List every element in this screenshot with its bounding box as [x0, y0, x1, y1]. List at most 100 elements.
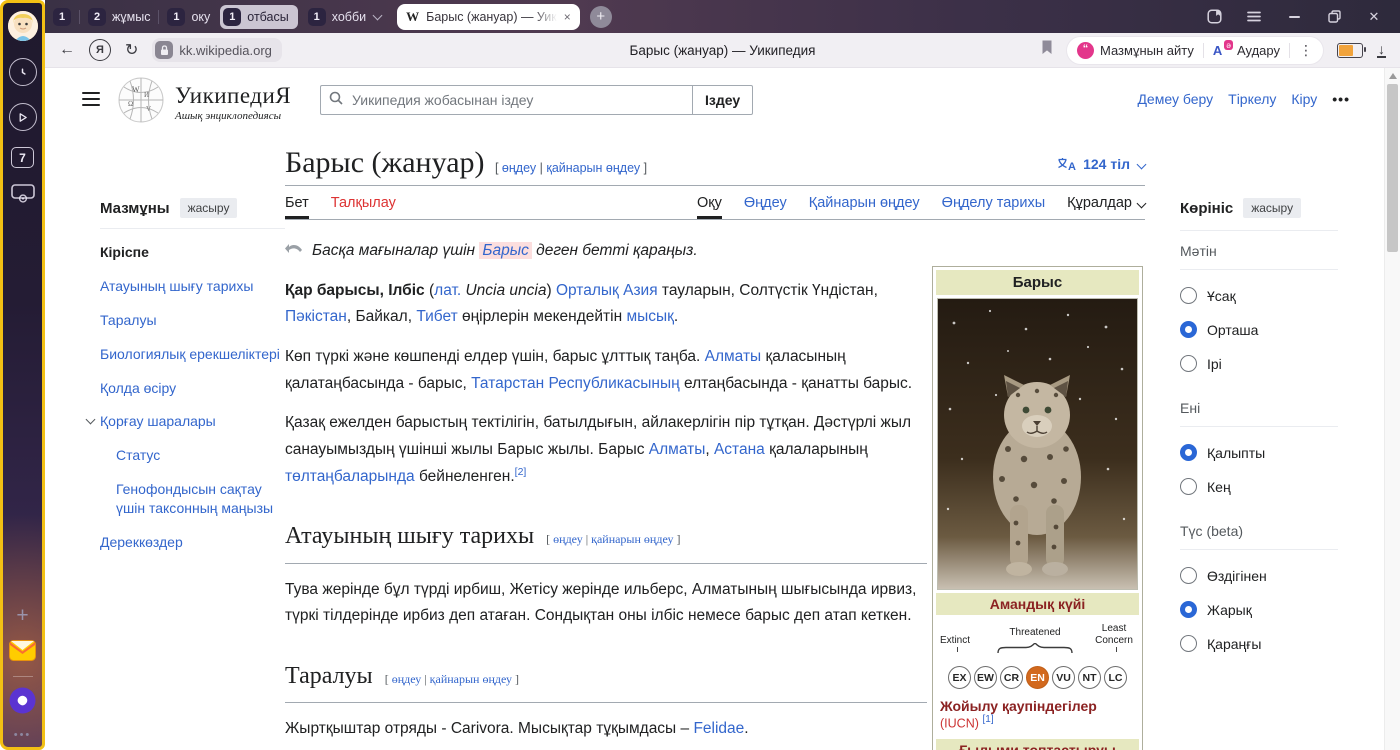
- tab-article[interactable]: Бет: [285, 195, 309, 219]
- search-icon: [329, 91, 343, 110]
- refresh-icon[interactable]: ↻: [125, 40, 138, 60]
- url-field[interactable]: kk.wikipedia.org: [152, 38, 282, 62]
- option-color-light[interactable]: Жарық: [1180, 601, 1338, 618]
- radio-selected-icon[interactable]: [1180, 444, 1197, 461]
- option-width-standard[interactable]: Қалыпты: [1180, 444, 1338, 461]
- toc-item-genofund[interactable]: Генофондысын сақтау үшін таксонның маңыз…: [100, 480, 285, 518]
- radio-icon[interactable]: [1180, 287, 1197, 304]
- minimize-icon[interactable]: [1286, 9, 1302, 25]
- appearance-hide-button[interactable]: жасыру: [1243, 198, 1301, 218]
- new-tab-button[interactable]: +: [590, 6, 612, 28]
- snow-leopard-image[interactable]: [937, 298, 1138, 590]
- edit-link[interactable]: өңдеу: [553, 532, 583, 546]
- tab-close-icon[interactable]: ×: [564, 10, 571, 24]
- search-button[interactable]: Іздеу: [692, 85, 753, 115]
- status-ex[interactable]: EX: [948, 666, 971, 689]
- donate-link[interactable]: Демеу беру: [1137, 91, 1213, 107]
- menu-icon[interactable]: [1246, 9, 1262, 25]
- register-link[interactable]: Тіркелу: [1228, 91, 1276, 107]
- radio-icon[interactable]: [1180, 635, 1197, 652]
- reference-link[interactable]: [1]: [983, 714, 994, 725]
- edit-source-link[interactable]: қайнарын өңдеу: [430, 672, 512, 686]
- sidebar-add-icon[interactable]: +: [16, 605, 28, 626]
- translate-button[interactable]: Aә Аудару: [1213, 43, 1280, 58]
- chevron-down-icon: [373, 10, 383, 20]
- toc-item-biology[interactable]: Биологиялық ерекшеліктері: [100, 345, 285, 364]
- option-text-large[interactable]: Ірі: [1180, 355, 1338, 372]
- toc-item-status[interactable]: Статус: [100, 446, 285, 465]
- status-cr[interactable]: CR: [1000, 666, 1023, 689]
- toc-item-distribution[interactable]: Таралуы: [100, 311, 285, 330]
- active-tab[interactable]: W Барыс (жануар) — Уик ×: [397, 4, 580, 30]
- radio-icon[interactable]: [1180, 355, 1197, 372]
- tab-tools[interactable]: Құралдар: [1067, 195, 1145, 219]
- tab-edit-source[interactable]: Қайнарын өңдеу: [809, 195, 920, 219]
- option-width-wide[interactable]: Кең: [1180, 478, 1338, 495]
- more-tools-icon[interactable]: ⋮: [1299, 42, 1313, 59]
- maximize-icon[interactable]: [1326, 9, 1342, 25]
- tab-group-work[interactable]: 2 жұмыс: [88, 8, 150, 26]
- tab-group-study[interactable]: 1 оку: [167, 8, 210, 26]
- bookmark-flag-icon[interactable]: [1041, 40, 1053, 60]
- radio-selected-icon[interactable]: [1180, 321, 1197, 338]
- status-ew[interactable]: EW: [974, 666, 997, 689]
- edit-source-link[interactable]: қайнарын өңдеу: [591, 532, 673, 546]
- toc-hide-button[interactable]: жасыру: [180, 198, 238, 218]
- scrollbar-thumb[interactable]: [1387, 84, 1398, 252]
- tab-edit[interactable]: Өңдеу: [744, 195, 787, 219]
- login-link[interactable]: Кіру: [1291, 91, 1317, 107]
- status-vu[interactable]: VU: [1052, 666, 1075, 689]
- close-icon[interactable]: ✕: [1366, 9, 1382, 25]
- option-text-small[interactable]: Ұсақ: [1180, 287, 1338, 304]
- option-color-dark[interactable]: Қараңғы: [1180, 635, 1338, 652]
- edit-link[interactable]: өңдеу: [392, 672, 422, 686]
- edit-source-link[interactable]: қайнарын өңдеу: [546, 161, 640, 175]
- toc-item-captivity[interactable]: Қолда өсіру: [100, 379, 285, 398]
- wikipedia-wordmark[interactable]: УикипедиЯ Ашық энциклопедиясы: [175, 83, 291, 122]
- scroll-up-arrow[interactable]: [1389, 73, 1397, 79]
- toc-item-etymology[interactable]: Атауының шығу тарихы: [100, 277, 285, 296]
- tab-group-family-active[interactable]: 1 отбасы: [220, 5, 297, 29]
- toc-item-protection[interactable]: Қорғау шаралары: [100, 412, 285, 431]
- yandex-logo-icon[interactable]: Я: [89, 39, 111, 61]
- tab-talk[interactable]: Талқылау: [331, 195, 396, 219]
- tab-read[interactable]: Оқу: [697, 195, 722, 219]
- downloads-icon[interactable]: ↓: [1377, 42, 1386, 59]
- tab-history[interactable]: Өңделу тарихы: [942, 195, 1045, 219]
- toc-item-references[interactable]: Дереккөздер: [100, 533, 285, 552]
- toc-item-intro[interactable]: Кіріспе: [100, 243, 285, 262]
- more-options-icon[interactable]: •••: [1332, 91, 1350, 107]
- sidebar-more-icon[interactable]: •••: [14, 729, 32, 741]
- hatnote: Басқа мағыналар үшін Барыс деген бетті қ…: [285, 238, 927, 265]
- wikipedia-logo[interactable]: W И Ω V: [117, 76, 165, 129]
- back-icon[interactable]: ←: [59, 41, 75, 59]
- status-lc[interactable]: LC: [1104, 666, 1127, 689]
- radio-icon[interactable]: [1180, 567, 1197, 584]
- radio-icon[interactable]: [1180, 478, 1197, 495]
- tab-group-1[interactable]: 1: [53, 8, 71, 26]
- title-edit-links: [ өңдеу | қайнарын өңдеу ]: [495, 161, 647, 175]
- search-input[interactable]: [350, 91, 684, 109]
- option-color-auto[interactable]: Өздігінен: [1180, 567, 1338, 584]
- page-scrollbar[interactable]: [1384, 68, 1400, 750]
- edit-link[interactable]: өңдеу: [502, 161, 536, 175]
- status-nt[interactable]: NT: [1078, 666, 1101, 689]
- yandex-mail-icon[interactable]: [9, 640, 36, 666]
- status-en-active[interactable]: EN: [1026, 666, 1049, 689]
- alice-assistant-icon[interactable]: [9, 687, 36, 719]
- language-selector[interactable]: A 124 тіл: [1057, 156, 1145, 172]
- option-text-standard[interactable]: Орташа: [1180, 321, 1338, 338]
- battery-icon[interactable]: [1337, 43, 1363, 58]
- tab-group-hobby[interactable]: 1 хобби: [308, 8, 381, 26]
- iucn-link[interactable]: (IUCN): [940, 716, 979, 730]
- tab-counter-button[interactable]: 7: [11, 147, 34, 168]
- screen-share-icon[interactable]: [11, 184, 35, 208]
- read-aloud-button[interactable]: “ Мазмұнын айту: [1077, 42, 1194, 59]
- main-menu-icon[interactable]: [82, 92, 100, 106]
- radio-selected-icon[interactable]: [1180, 601, 1197, 618]
- chevron-expanded-icon[interactable]: [86, 415, 96, 425]
- user-avatar[interactable]: [8, 11, 38, 41]
- player-play-icon[interactable]: [9, 103, 37, 131]
- history-clock-icon[interactable]: [9, 58, 37, 86]
- panels-icon[interactable]: [1206, 9, 1222, 25]
